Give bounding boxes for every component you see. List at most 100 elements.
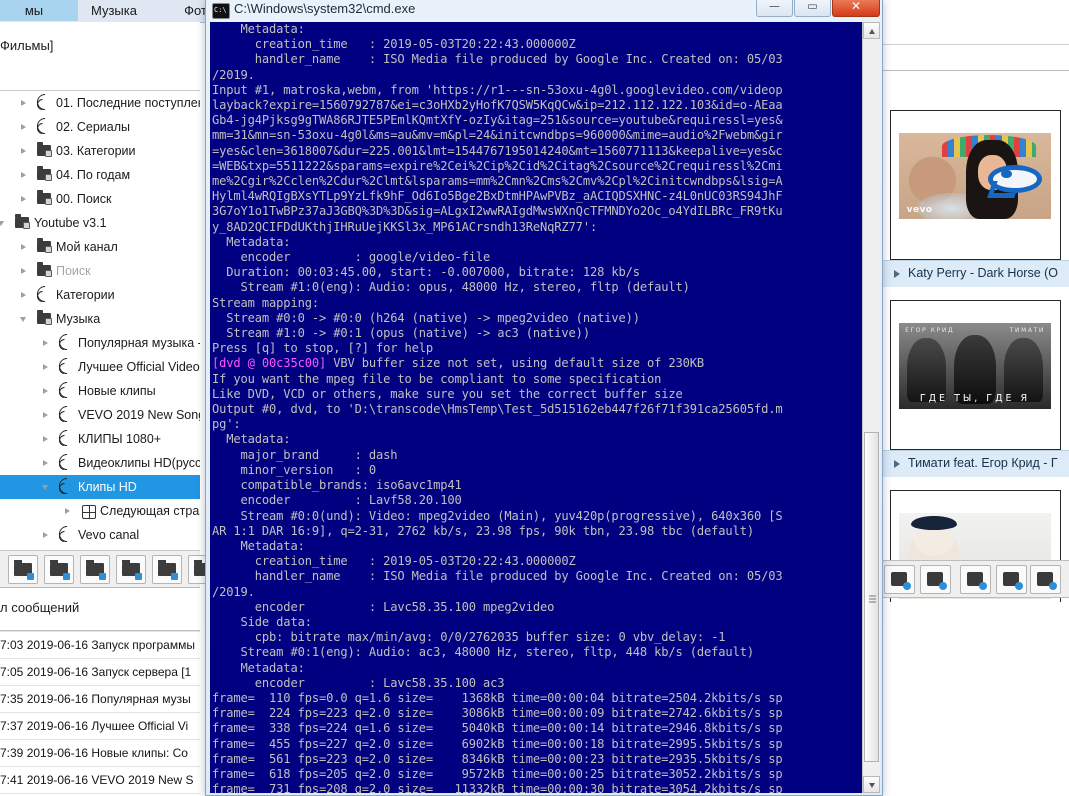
tree-item[interactable]: 02. Сериалы: [0, 115, 200, 139]
expand-arrow-icon[interactable]: [20, 259, 30, 283]
expand-arrow-icon[interactable]: [20, 91, 30, 115]
brightness-icon[interactable]: [920, 565, 951, 594]
close-button[interactable]: ✕: [832, 0, 880, 17]
video-thumbnail[interactable]: [891, 491, 1060, 621]
scrollbar-down-button[interactable]: [863, 776, 880, 793]
tree-item[interactable]: Музыка: [0, 307, 200, 331]
expand-arrow-icon[interactable]: [42, 331, 52, 355]
tree-item[interactable]: 00. Поиск: [0, 187, 200, 211]
scatter-icon[interactable]: [116, 555, 146, 584]
expand-arrow-icon[interactable]: [20, 115, 30, 139]
expand-arrow-icon[interactable]: [20, 235, 30, 259]
rss-icon: [58, 379, 74, 403]
expand-arrow-icon[interactable]: [64, 499, 74, 523]
tree-item[interactable]: Youtube v3.1: [0, 211, 200, 235]
scrollbar-up-button[interactable]: [863, 22, 880, 39]
tree-item[interactable]: Видеоклипы HD(русски: [0, 451, 200, 475]
message-row[interactable]: 7:03 2019-06-16 Запуск программы: [0, 631, 200, 659]
tree-item[interactable]: КЛИПЫ 1080+: [0, 427, 200, 451]
tree-item[interactable]: 04. По годам: [0, 163, 200, 187]
tree-item[interactable]: Новые клипы: [0, 379, 200, 403]
rss-icon: [58, 355, 74, 379]
tab-label: мы: [25, 3, 43, 18]
folder-icon: [14, 211, 30, 235]
expand-arrow-icon[interactable]: [20, 187, 30, 211]
cloud-sun-icon[interactable]: [80, 555, 110, 584]
tree-item-label: Музыка: [56, 307, 100, 331]
tree-item-label: Следующая стран: [100, 499, 200, 523]
sort-ascending-icon[interactable]: [1030, 565, 1061, 594]
image-sync-icon[interactable]: [152, 555, 182, 584]
tools-icon[interactable]: [996, 565, 1027, 594]
thumbnail-image: ЕГОР КРИДТИМАТИГДЕ ТЫ, ГДЕ Я: [899, 323, 1051, 409]
console-text-block-2: VBV buffer size not set, using default s…: [212, 356, 783, 793]
folder-refresh-icon[interactable]: [44, 555, 74, 584]
messages-list[interactable]: 7:03 2019-06-16 Запуск программы7:05 201…: [0, 630, 200, 796]
minimize-button[interactable]: —: [756, 0, 793, 17]
maximize-glyph: ▭: [807, 0, 817, 13]
console-warning-tag: [dvd @ 00c35c00]: [212, 356, 326, 370]
video-thumbnail[interactable]: ЕГОР КРИДТИМАТИГДЕ ТЫ, ГДЕ Я: [891, 301, 1060, 431]
expand-arrow-icon[interactable]: [42, 355, 52, 379]
media-tree[interactable]: 01. Последние поступлени02. Сериалы03. К…: [0, 91, 200, 551]
expand-arrow-icon[interactable]: [42, 379, 52, 403]
tree-item[interactable]: Популярная музыка - Р: [0, 331, 200, 355]
expand-arrow-icon[interactable]: [42, 427, 52, 451]
tree-item-label: Видеоклипы HD(русски: [78, 451, 200, 475]
tree-item-label: Категории: [56, 283, 115, 307]
tree-item-label: Поиск: [56, 259, 91, 283]
tree-item[interactable]: 01. Последние поступлени: [0, 91, 200, 115]
message-row[interactable]: 7:37 2019-06-16 Лучшее Official Vi: [0, 713, 200, 740]
expand-arrow-icon[interactable]: [20, 139, 30, 163]
expand-arrow-icon[interactable]: [894, 460, 900, 468]
tree-item-label: 01. Последние поступлени: [56, 91, 200, 115]
message-row[interactable]: 7:39 2019-06-16 Новые клипы: Со: [0, 740, 200, 767]
tree-item[interactable]: Мой канал: [0, 235, 200, 259]
expand-arrow-icon[interactable]: [42, 403, 52, 427]
tree-item[interactable]: Категории: [0, 283, 200, 307]
tree-item-label: Мой канал: [56, 235, 118, 259]
gear-info-icon[interactable]: [884, 565, 915, 594]
expand-arrow-icon[interactable]: [42, 451, 52, 475]
maximize-button[interactable]: ▭: [794, 0, 831, 17]
tree-item[interactable]: Следующая стран: [0, 499, 200, 523]
console-text: Metadata: creation_time : 2019-05-03T20:…: [210, 22, 862, 793]
tree-item-label: Youtube v3.1: [34, 211, 107, 235]
collapse-arrow-icon[interactable]: [20, 307, 30, 331]
path-bar: Фильмы]: [0, 22, 200, 69]
tree-item[interactable]: Поиск: [0, 259, 200, 283]
collapse-arrow-icon[interactable]: [42, 475, 52, 499]
message-row[interactable]: 7:05 2019-06-16 Запуск сервера [1: [0, 659, 200, 686]
right-panel-topbar: [880, 0, 1069, 71]
cmd-window[interactable]: C:\Windows\system32\cmd.exe Metadata: cr…: [205, 0, 881, 795]
message-row[interactable]: 7:35 2019-06-16 Популярная музы: [0, 686, 200, 713]
tree-item[interactable]: Лучшее Official Video: [0, 355, 200, 379]
collapse-arrow-icon[interactable]: [0, 211, 8, 235]
video-card-caption[interactable]: Тимати feat. Егор Крид - Г: [880, 450, 1069, 477]
right-toolbar: [880, 560, 1069, 598]
box-icon: [80, 499, 96, 523]
path-text: Фильмы]: [0, 38, 53, 53]
video-card[interactable]: vevo: [890, 110, 1061, 260]
tree-item-label: VEVO 2019 New Songs: [78, 403, 200, 427]
expand-arrow-icon[interactable]: [20, 163, 30, 187]
scrollbar-thumb[interactable]: [864, 432, 879, 762]
tree-item[interactable]: 03. Категории: [0, 139, 200, 163]
expand-arrow-icon[interactable]: [894, 270, 900, 278]
folder-settings-icon[interactable]: [960, 565, 991, 594]
open-folder-edit-icon[interactable]: [8, 555, 38, 584]
rss-icon: [58, 331, 74, 355]
tree-item[interactable]: Vevo canal: [0, 523, 200, 547]
tree-item[interactable]: Клипы HD: [0, 475, 200, 499]
console-scrollbar[interactable]: [862, 22, 880, 793]
expand-arrow-icon[interactable]: [20, 283, 30, 307]
message-row[interactable]: 7:41 2019-06-16 VEVO 2019 New S: [0, 767, 200, 794]
folder-icon: [36, 259, 52, 283]
video-thumbnail[interactable]: vevo: [891, 111, 1060, 241]
video-card[interactable]: ЕГОР КРИДТИМАТИГДЕ ТЫ, ГДЕ Я: [890, 300, 1061, 450]
expand-arrow-icon[interactable]: [42, 523, 52, 547]
folder-icon: [36, 139, 52, 163]
tree-item[interactable]: VEVO 2019 New Songs: [0, 403, 200, 427]
console-output-area[interactable]: Metadata: creation_time : 2019-05-03T20:…: [210, 22, 862, 793]
video-card-caption[interactable]: Katy Perry - Dark Horse (O: [880, 260, 1069, 287]
